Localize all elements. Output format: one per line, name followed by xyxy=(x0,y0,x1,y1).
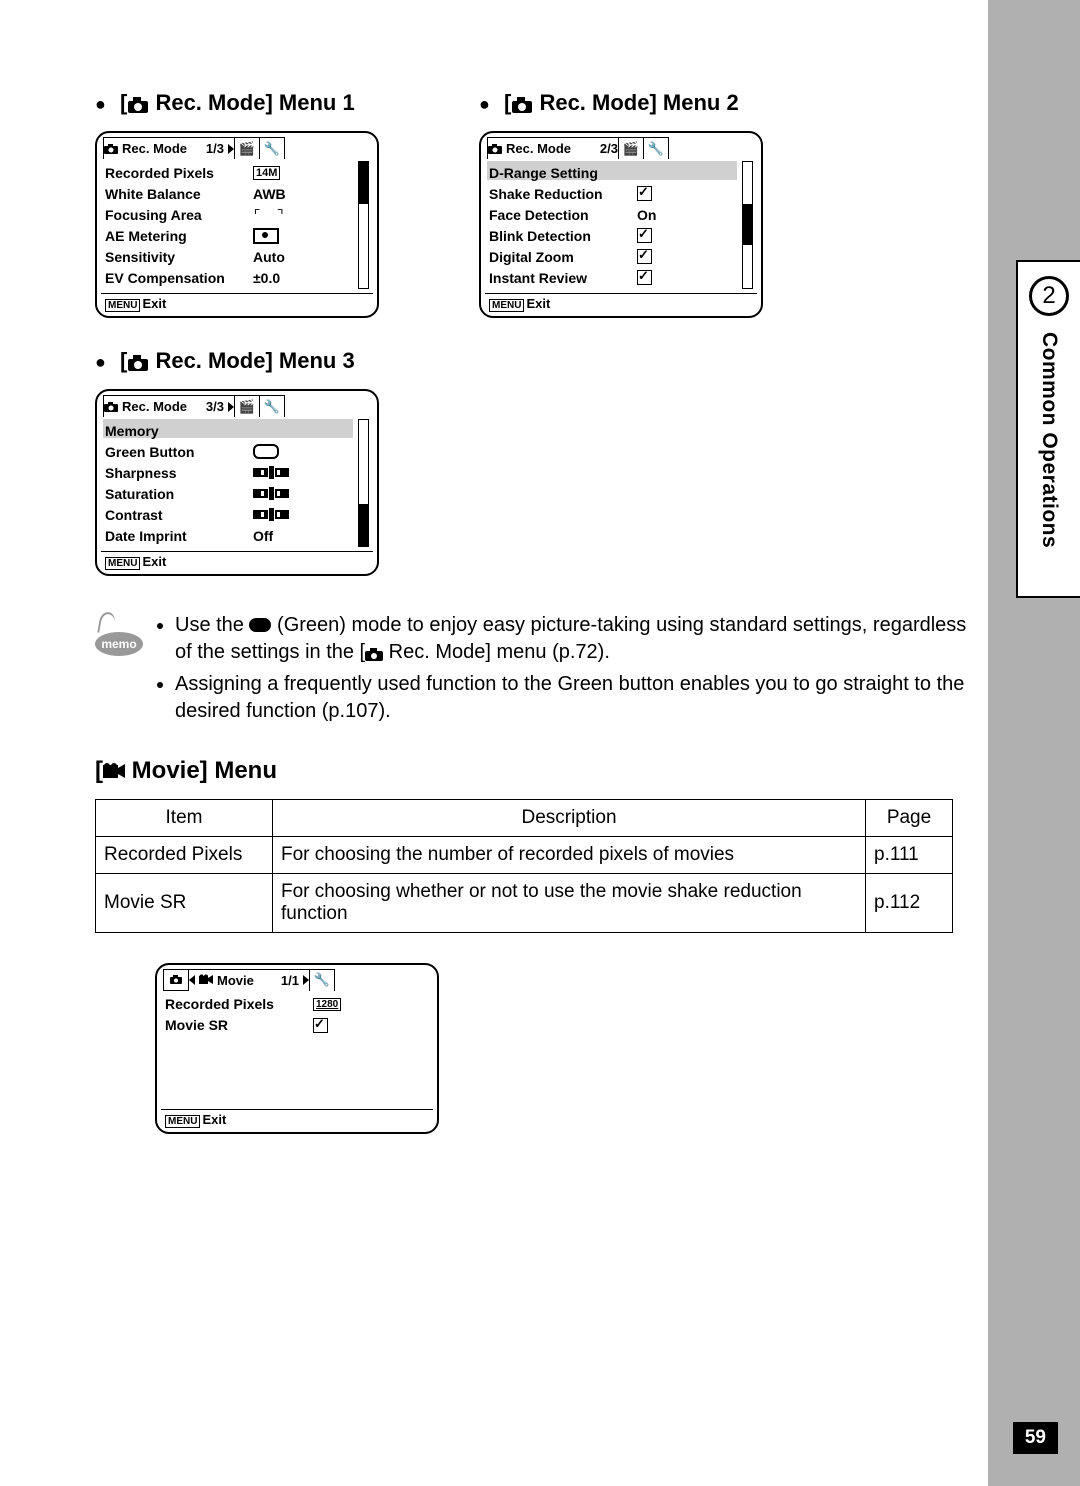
table-row: Movie SR For choosing whether or not to … xyxy=(96,873,953,932)
focus-area-icon: ⌜ ⌝ xyxy=(253,205,303,224)
side-gray-bar xyxy=(988,0,1080,1486)
wrench-tab-icon: 🔧 xyxy=(260,137,285,159)
slider-icon xyxy=(253,463,303,482)
movie-icon xyxy=(199,973,213,988)
lcd-tabbar: Rec. Mode1/3 🎬 🔧 xyxy=(103,137,371,159)
page-number: 59 xyxy=(1013,1422,1058,1454)
camera-icon xyxy=(127,349,149,375)
menu2-heading: [ Rec. Mode] Menu 2 xyxy=(479,90,763,117)
menu3-heading: [ Rec. Mode] Menu 3 xyxy=(95,348,379,375)
movie-table: Item Description Page Recorded Pixels Fo… xyxy=(95,799,953,933)
chapter-tab: 2 Common Operations xyxy=(1016,260,1080,598)
camera-icon xyxy=(511,91,533,117)
memo-block: memo Use the (Green) mode to enjoy easy … xyxy=(95,612,980,728)
scrollbar xyxy=(358,161,369,289)
movie-icon xyxy=(103,759,125,787)
table-row: Recorded Pixels For choosing the number … xyxy=(96,836,953,873)
memo-bullet-1: Use the (Green) mode to enjoy easy pictu… xyxy=(175,612,980,666)
page-content: [ Rec. Mode] Menu 1 Rec. Mode1/3 🎬 🔧 Rec… xyxy=(0,0,1080,1134)
memo-bullet-2: Assigning a frequently used function to … xyxy=(175,671,980,725)
movie-menu-heading: [ Movie] Menu xyxy=(95,757,980,787)
table-header: Item Description Page xyxy=(96,799,953,836)
camera-icon xyxy=(127,91,149,117)
movie-tab-icon: 🎬 xyxy=(235,137,260,159)
lcd-menu2: Rec. Mode2/3 🎬 🔧 D-Range Setting Shake R… xyxy=(479,131,763,318)
roundrect-icon xyxy=(253,442,303,461)
checkbox-icon xyxy=(637,186,652,201)
lcd-menu3: Rec. Mode3/3 🎬 🔧 Memory Green Button Sha… xyxy=(95,389,379,576)
menu1-heading: [ Rec. Mode] Menu 1 xyxy=(95,90,379,117)
ae-metering-icon xyxy=(253,226,303,245)
lcd-movie: Movie1/1 🔧 Recorded Pixels Movie SR 1280… xyxy=(155,963,439,1134)
menu-exit: MENUExit xyxy=(103,294,371,314)
chapter-label: Common Operations xyxy=(1037,332,1061,548)
chapter-number: 2 xyxy=(1029,276,1069,316)
green-mode-icon xyxy=(249,618,271,632)
memo-badge: memo xyxy=(95,612,145,656)
camera-icon xyxy=(365,640,383,667)
lcd-menu1: Rec. Mode1/3 🎬 🔧 Recorded Pixels White B… xyxy=(95,131,379,318)
